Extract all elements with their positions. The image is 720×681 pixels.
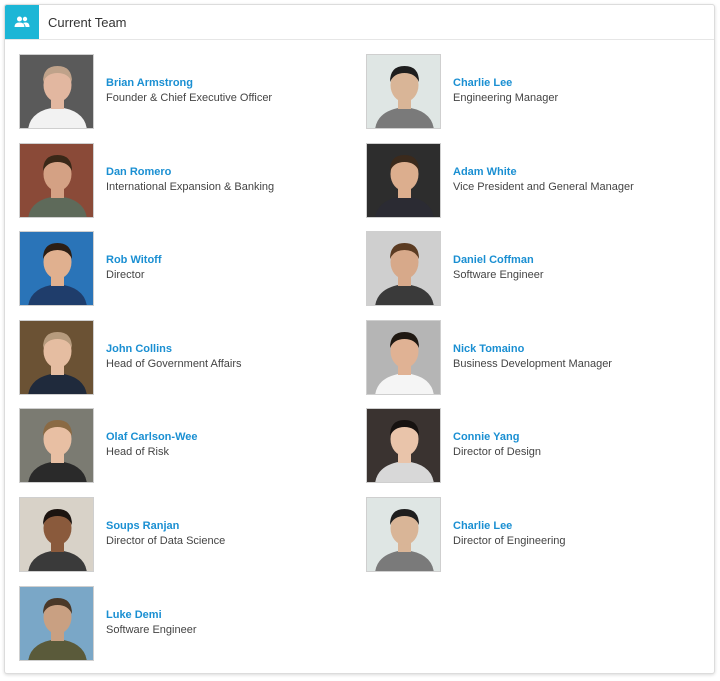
member-info: Soups Ranjan Director of Data Science	[106, 519, 225, 549]
member-photo[interactable]	[366, 319, 441, 395]
member-name-link[interactable]: Connie Yang	[453, 430, 541, 445]
member-name-link[interactable]: Soups Ranjan	[106, 519, 225, 534]
member-info: Charlie Lee Director of Engineering	[453, 519, 566, 549]
team-member: Luke Demi Software Engineer	[19, 585, 366, 673]
member-role: Director of Engineering	[453, 534, 566, 547]
member-photo[interactable]	[366, 231, 441, 307]
member-info: Olaf Carlson-Wee Head of Risk	[106, 430, 198, 460]
team-member: John Collins Head of Government Affairs	[19, 319, 366, 409]
member-photo[interactable]	[19, 496, 94, 572]
member-photo[interactable]	[366, 408, 441, 484]
member-info: Luke Demi Software Engineer	[106, 608, 197, 638]
member-role: Head of Government Affairs	[106, 357, 242, 370]
member-photo[interactable]	[19, 54, 94, 129]
member-role: International Expansion & Banking	[106, 180, 275, 193]
people-icon	[5, 5, 39, 39]
member-name-link[interactable]: Olaf Carlson-Wee	[106, 430, 198, 445]
member-role: Engineering Manager	[453, 92, 559, 104]
member-role: Head of Risk	[106, 446, 169, 459]
member-name-link[interactable]: Daniel Coffman	[453, 253, 544, 268]
member-photo[interactable]	[19, 585, 94, 661]
team-member: Nick Tomaino Business Development Manager	[366, 319, 706, 409]
team-member: Connie Yang Director of Design	[366, 408, 706, 497]
team-member: Dan Romero International Expansion & Bank…	[19, 142, 366, 232]
team-member: Charlie Lee Director of Engineering	[366, 496, 706, 586]
member-info: Nick Tomaino Business Development Manager	[453, 342, 612, 372]
team-member: Rob Witoff Director	[19, 231, 366, 320]
member-info: Adam White Vice President and General Man…	[453, 165, 634, 195]
member-photo[interactable]	[19, 408, 94, 484]
member-photo[interactable]	[366, 142, 441, 218]
team-card: Current Team Brian Armstrong Founder & Ch…	[4, 4, 715, 674]
card-header: Current Team	[5, 5, 714, 40]
member-info: Dan Romero International Expansion & Bank…	[106, 165, 274, 195]
team-member: Adam White Vice President and General Man…	[366, 142, 706, 232]
member-photo[interactable]	[366, 54, 441, 129]
card-title: Current Team	[48, 14, 127, 30]
member-role: Vice President and General Manager	[453, 180, 634, 193]
member-info: Connie Yang Director of Design	[453, 430, 541, 460]
member-info: Daniel Coffman Software Engineer	[453, 253, 544, 283]
member-info: Charlie Lee Engineering Manager	[453, 76, 558, 106]
member-role: Director of Design	[453, 446, 542, 459]
team-grid: Brian Armstrong Founder & Chief Executive…	[19, 54, 709, 673]
member-info: John Collins Head of Government Affairs	[106, 342, 242, 372]
member-photo[interactable]	[19, 231, 94, 307]
team-member: Brian Armstrong Founder & Chief Executive…	[19, 54, 366, 143]
member-name-link[interactable]: Charlie Lee	[453, 519, 566, 534]
member-name-link[interactable]: Brian Armstrong	[106, 76, 272, 91]
member-role: Business Development Manager	[453, 357, 612, 370]
team-member: Soups Ranjan Director of Data Science	[19, 496, 366, 586]
member-name-link[interactable]: Nick Tomaino	[453, 342, 612, 357]
member-role: Director	[106, 269, 145, 282]
member-role: Founder & Chief Executive Officer	[106, 92, 273, 104]
member-name-link[interactable]: Charlie Lee	[453, 76, 558, 91]
team-member: Charlie Lee Engineering Manager	[366, 54, 706, 143]
team-member: Daniel Coffman Software Engineer	[366, 231, 706, 320]
member-info: Brian Armstrong Founder & Chief Executive…	[106, 76, 272, 106]
member-name-link[interactable]: John Collins	[106, 342, 242, 357]
member-info: Rob Witoff Director	[106, 253, 162, 283]
member-photo[interactable]	[366, 496, 441, 572]
member-role: Director of Data Science	[106, 534, 226, 547]
member-role: Software Engineer	[106, 623, 197, 636]
member-name-link[interactable]: Luke Demi	[106, 608, 197, 623]
member-photo[interactable]	[19, 142, 94, 218]
member-role: Software Engineer	[453, 269, 544, 282]
team-member: Olaf Carlson-Wee Head of Risk	[19, 408, 366, 497]
member-name-link[interactable]: Rob Witoff	[106, 253, 162, 268]
member-name-link[interactable]: Adam White	[453, 165, 634, 180]
member-photo[interactable]	[19, 319, 94, 395]
member-name-link[interactable]: Dan Romero	[106, 165, 274, 180]
